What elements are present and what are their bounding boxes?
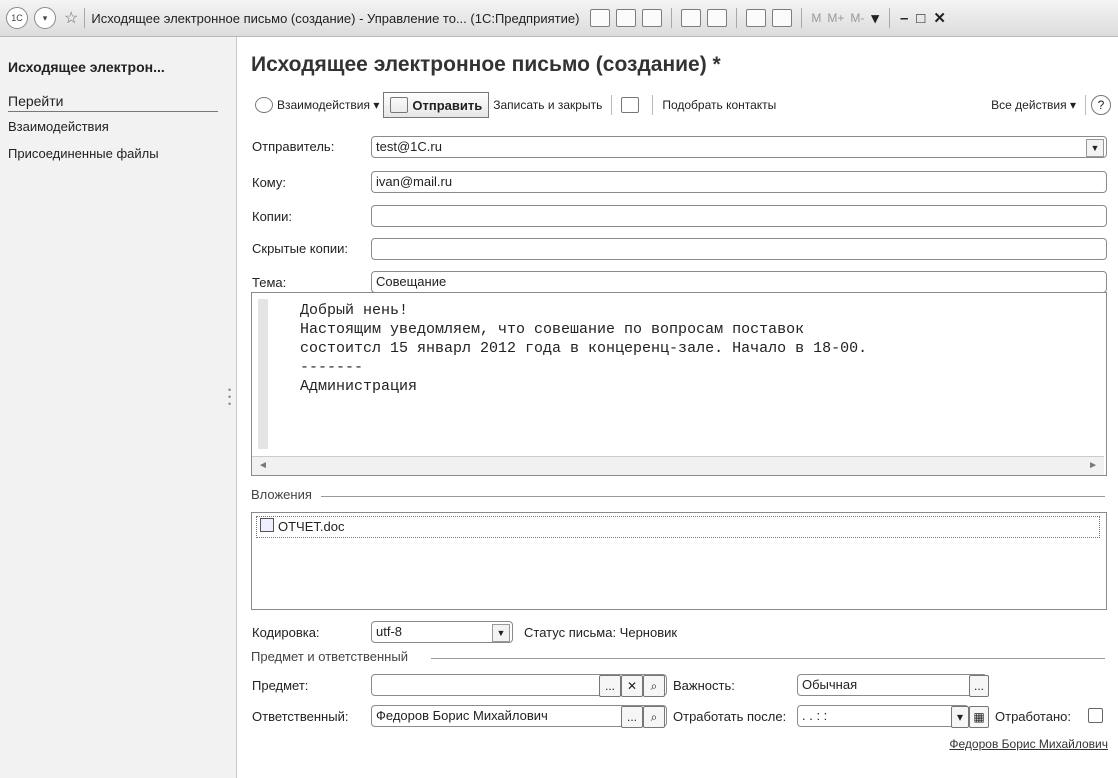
- all-actions-button[interactable]: Все действия ▾: [987, 93, 1080, 117]
- link-icon[interactable]: [707, 9, 728, 27]
- choose-responsible-button[interactable]: ...: [621, 706, 643, 728]
- document-icon: [260, 518, 274, 532]
- minimize-icon[interactable]: –: [900, 10, 908, 27]
- choose-topic-button[interactable]: ...: [599, 675, 621, 697]
- interactions-icon: [255, 97, 273, 113]
- cc-label: Копии:: [252, 209, 292, 224]
- to-label: Кому:: [252, 175, 286, 190]
- help-button[interactable]: ?: [1091, 95, 1111, 115]
- subject-label: Тема:: [252, 275, 287, 290]
- message-body-text[interactable]: Добрый нень! Настоящим уведомляем, что со…: [300, 301, 867, 396]
- preview-icon[interactable]: [616, 9, 637, 27]
- list-item[interactable]: ОТЧЕТ.doc: [256, 516, 1100, 538]
- subject-responsible-group: Предмет и ответственный: [251, 649, 1105, 664]
- nav-link-interactions[interactable]: Взаимодействия: [8, 119, 109, 134]
- nav-panel-title: Исходящее электрон...: [8, 59, 165, 75]
- encoding-label: Кодировка:: [252, 625, 320, 640]
- chevron-down-icon[interactable]: ▼: [1086, 139, 1104, 157]
- message-body-editor[interactable]: Добрый нень! Настоящим уведомляем, что со…: [251, 292, 1107, 476]
- process-after-field[interactable]: . . : :: [797, 705, 969, 727]
- separator: [84, 8, 86, 28]
- search-icon[interactable]: ⌕: [643, 706, 665, 728]
- topic-label: Предмет:: [252, 678, 309, 693]
- subject-field[interactable]: Совещание: [371, 271, 1107, 293]
- memory-m[interactable]: M: [811, 11, 821, 25]
- bcc-field[interactable]: [371, 238, 1107, 260]
- importance-field[interactable]: Обычная: [797, 674, 987, 696]
- cc-field[interactable]: [371, 205, 1107, 227]
- panel-resize-grip[interactable]: • • •: [228, 386, 231, 409]
- app-window: 1C ▾ ☆ Исходящее электронное письмо (соз…: [0, 0, 1118, 778]
- command-bar: Взаимодействия ▾ Отправить Записать и за…: [251, 91, 1111, 119]
- clear-icon[interactable]: ✕: [621, 675, 643, 697]
- responsible-label: Ответственный:: [252, 709, 349, 724]
- send-icon: [390, 97, 409, 113]
- chevron-down-icon[interactable]: ▼: [492, 624, 510, 642]
- maximize-icon[interactable]: □: [916, 10, 925, 27]
- choose-importance-button[interactable]: ...: [969, 675, 989, 697]
- processed-label: Отработано:: [995, 709, 1071, 724]
- bcc-label: Скрытые копии:: [252, 241, 349, 256]
- save-and-close-button[interactable]: Записать и закрыть: [489, 93, 606, 117]
- process-after-label: Отработать после:: [673, 709, 787, 724]
- memory-m-minus[interactable]: M-: [850, 11, 864, 25]
- attachments-group: Вложения: [251, 487, 1105, 502]
- encoding-select[interactable]: utf-8 ▼: [371, 621, 513, 643]
- pick-contacts-button[interactable]: Подобрать контакты: [658, 93, 780, 117]
- scroll-left-icon[interactable]: ◄: [258, 460, 268, 471]
- title-bar: 1C ▾ ☆ Исходящее электронное письмо (соз…: [0, 0, 1118, 37]
- scroll-right-icon[interactable]: ►: [1088, 460, 1098, 471]
- save-button[interactable]: [617, 93, 647, 117]
- print-icon[interactable]: [590, 9, 611, 27]
- to-field[interactable]: ivan@mail.ru: [371, 171, 1107, 193]
- calculator-icon[interactable]: [746, 9, 767, 27]
- processed-checkbox[interactable]: [1088, 708, 1103, 723]
- nav-goto-heading: Перейти: [8, 93, 218, 112]
- close-icon[interactable]: ✕: [933, 9, 946, 27]
- navigation-panel: Исходящее электрон... Перейти Взаимодейс…: [0, 37, 237, 778]
- horizontal-scrollbar[interactable]: ◄ ►: [252, 456, 1104, 475]
- importance-label: Важность:: [673, 678, 735, 693]
- attachments-list[interactable]: ОТЧЕТ.doc: [251, 512, 1107, 610]
- form-area: Исходящее электронное письмо (создание) …: [237, 37, 1118, 778]
- favorite-star-icon[interactable]: ☆: [64, 8, 78, 28]
- interactions-button[interactable]: Взаимодействия ▾: [251, 93, 383, 117]
- calendar-icon[interactable]: [772, 9, 793, 27]
- window-title: Исходящее электронное письмо (создание) …: [91, 10, 580, 26]
- calendar-icon[interactable]: ▦: [969, 706, 989, 728]
- save-icon: [621, 97, 640, 113]
- main-menu-icon[interactable]: 1C: [6, 7, 28, 29]
- sender-label: Отправитель:: [252, 139, 335, 154]
- send-button[interactable]: Отправить: [383, 92, 490, 118]
- memory-m-plus[interactable]: M+: [827, 11, 844, 25]
- search-icon[interactable]: ⌕: [643, 675, 665, 697]
- page-title: Исходящее электронное письмо (создание) …: [251, 53, 721, 76]
- save-icon[interactable]: [642, 9, 663, 27]
- chevron-down-icon[interactable]: ▾: [951, 706, 969, 728]
- restore-down-icon[interactable]: ▾: [871, 9, 879, 27]
- nav-link-attached-files[interactable]: Присоединенные файлы: [8, 146, 159, 161]
- dropdown-menu-icon[interactable]: ▾: [34, 7, 56, 29]
- sender-field[interactable]: test@1C.ru ▼: [371, 136, 1107, 158]
- favorites-icon[interactable]: [681, 9, 702, 27]
- author-link[interactable]: Федоров Борис Михайлович: [949, 737, 1108, 751]
- status-text: Статус письма: Черновик: [524, 625, 678, 640]
